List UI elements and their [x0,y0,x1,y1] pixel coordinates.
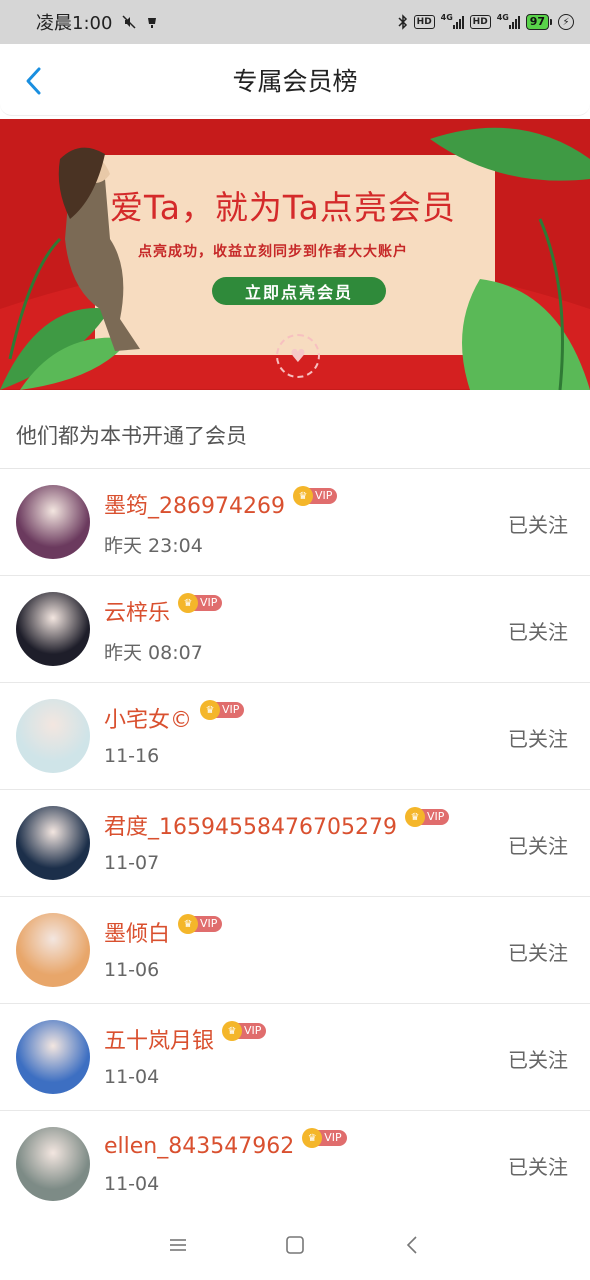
member-time: 昨天 08:07 [104,642,203,664]
avatar[interactable] [16,806,90,880]
follow-status-button[interactable]: 已关注 [508,723,568,752]
back-button[interactable] [18,66,48,96]
hd-icon: HD [413,15,435,29]
name-line: 墨筠_286974269 ♛ VIP [104,486,338,520]
crown-icon: ♛ [178,593,199,613]
home-square-icon [286,1236,304,1254]
member-time: 11-04 [104,1066,160,1088]
avatar[interactable] [16,1127,90,1201]
battery-icon: 97 [525,14,552,30]
network-type: 4G [440,13,453,22]
member-row[interactable]: 墨筠_286974269 ♛ VIP 昨天 23:04 已关注 [0,469,590,576]
member-time: 11-04 [104,1173,160,1195]
avatar[interactable] [16,485,90,559]
follow-status-button[interactable]: 已关注 [508,1151,568,1180]
notification-icon [146,15,158,29]
name-line: ellen_843547962 ♛ VIP [104,1128,347,1161]
status-bar: 凌晨1:00 HD 4G HD 4G 97 ⚡ [0,0,590,44]
name-line: 云梓乐 ♛ VIP [104,593,223,627]
home-button[interactable] [275,1225,315,1265]
member-time: 11-06 [104,959,160,981]
vip-badge: ♛ VIP [302,1128,347,1148]
promo-banner[interactable]: 爱Ta，就为Ta点亮会员 点亮成功，收益立刻同步到作者大大账户 立即点亮会员 ♥ [0,119,590,390]
crown-icon: ♛ [222,1021,243,1041]
member-time: 11-07 [104,852,160,874]
banner-subtitle: 点亮成功，收益立刻同步到作者大大账户 [138,244,408,260]
crown-icon: ♛ [200,700,221,720]
crown-icon: ♛ [292,486,313,506]
section-heading: 他们都为本书开通了会员 [16,424,247,448]
bluetooth-icon [398,14,408,30]
vip-badge: ♛ VIP [292,486,338,506]
heart-seal-icon: ♥ [276,334,320,378]
member-name[interactable]: 云梓乐 [104,595,170,627]
vip-badge: ♛ VIP [404,807,450,827]
name-line: 五十岚月银 ♛ VIP [104,1021,267,1055]
battery-level: 97 [525,14,549,30]
follow-status-button[interactable]: 已关注 [508,509,568,538]
avatar[interactable] [16,592,90,666]
crown-icon: ♛ [178,914,199,934]
follow-status-button[interactable]: 已关注 [508,937,568,966]
page-title: 专属会员榜 [232,66,358,96]
name-line: 小宅女© ♛ VIP [104,700,245,734]
hd-icon-2: HD [469,15,491,29]
avatar[interactable] [16,699,90,773]
vip-badge: ♛ VIP [222,1021,267,1041]
member-list: 墨筠_286974269 ♛ VIP 昨天 23:04 已关注 云梓乐 ♛ VI… [0,469,590,1218]
crown-icon: ♛ [404,807,425,827]
member-name[interactable]: ellen_843547962 [104,1134,294,1159]
app-header: 专属会员榜 [0,44,590,116]
follow-status-button[interactable]: 已关注 [508,616,568,645]
member-name[interactable]: 小宅女© [104,702,192,734]
vip-badge: ♛ VIP [178,914,223,934]
member-name[interactable]: 五十岚月银 [104,1023,214,1055]
avatar[interactable] [16,1020,90,1094]
member-time: 11-16 [104,745,160,767]
follow-status-button[interactable]: 已关注 [508,830,568,859]
activate-vip-button[interactable]: 立即点亮会员 [212,277,386,305]
avatar[interactable] [16,913,90,987]
vip-badge: ♛ VIP [178,593,223,613]
member-row[interactable]: 云梓乐 ♛ VIP 昨天 08:07 已关注 [0,576,590,683]
network-type-2: 4G [496,13,509,22]
member-name[interactable]: 墨筠_286974269 [104,488,285,520]
vip-badge: ♛ VIP [200,700,245,720]
menu-icon [170,1239,187,1251]
member-name[interactable]: 墨倾白 [104,916,170,948]
member-row[interactable]: 墨倾白 ♛ VIP 11-06 已关注 [0,897,590,1004]
charging-icon: ⚡ [558,14,574,30]
back-triangle-icon [406,1236,417,1254]
banner-title: 爱Ta，就为Ta点亮会员 [110,188,456,227]
name-line: 墨倾白 ♛ VIP [104,914,223,948]
member-row[interactable]: 君度_16594558476705279 ♛ VIP 11-07 已关注 [0,790,590,897]
system-nav-bar [0,1210,590,1280]
member-row[interactable]: 五十岚月银 ♛ VIP 11-04 已关注 [0,1004,590,1111]
mute-icon [122,15,136,29]
member-row[interactable]: ellen_843547962 ♛ VIP 11-04 已关注 [0,1111,590,1218]
name-line: 君度_16594558476705279 ♛ VIP [104,807,450,841]
signal-icon-2: 4G [496,13,520,29]
back-nav-button[interactable] [392,1225,432,1265]
menu-button[interactable] [158,1225,198,1265]
member-time: 昨天 23:04 [104,535,203,557]
signal-icon: 4G [440,13,464,29]
member-name[interactable]: 君度_16594558476705279 [104,809,397,841]
member-row[interactable]: 小宅女© ♛ VIP 11-16 已关注 [0,683,590,790]
follow-status-button[interactable]: 已关注 [508,1044,568,1073]
status-time: 凌晨1:00 [36,13,113,34]
chevron-left-icon [26,67,41,95]
